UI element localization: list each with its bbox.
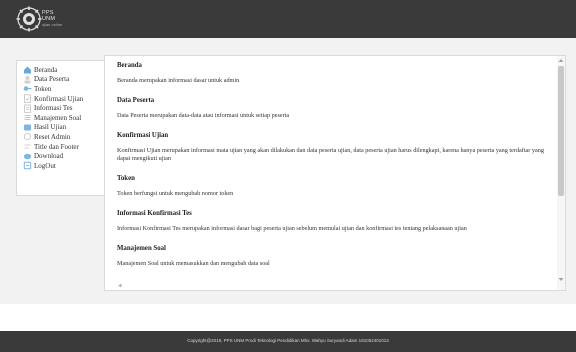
section-text: Data Peserta merupakan data-data atau in…: [117, 112, 290, 119]
sidebar-item-label: Informasi Tes: [34, 104, 73, 113]
vertical-scrollbar[interactable]: [557, 56, 565, 290]
sidebar-item-hasil-ujian[interactable]: Hasil Ujian: [20, 123, 109, 133]
users-icon: [20, 75, 34, 84]
sidebar-item-token[interactable]: Token: [20, 84, 109, 94]
scroll-up-arrow-icon[interactable]: [558, 58, 564, 63]
logout-icon: [20, 161, 34, 170]
top-bar: PPS UNM ujian online: [0, 0, 576, 38]
key-icon: [20, 84, 34, 93]
sidebar-item-label: Title dan Footer: [34, 142, 79, 151]
section-text: Manajemen Soal untuk memasukkan dan meng…: [117, 260, 270, 267]
section-text: Informasi Konfirmasi Tes merupakan infor…: [117, 225, 467, 232]
sidebar-item-label: Download: [34, 152, 64, 161]
sidebar-item-konfirmasi-ujian[interactable]: Konfirmasi Ujian: [20, 94, 109, 104]
refresh-icon: [20, 132, 34, 141]
brand-logo[interactable]: PPS UNM ujian online: [16, 6, 88, 32]
sidebar-item-download[interactable]: Download: [20, 151, 109, 161]
download-icon: [20, 152, 34, 161]
sidebar-item-informasi-tes[interactable]: Informasi Tes: [20, 103, 109, 113]
chart-icon: [20, 123, 34, 132]
list-icon: [20, 113, 34, 122]
section-text: Token berfungsi untuk mengubah nomor tok…: [117, 190, 234, 197]
brand-tagline: ujian online: [42, 23, 63, 27]
home-icon: [20, 65, 34, 74]
sidebar-item-label: Token: [34, 84, 52, 93]
info-section: Data Peserta Data Peserta merupakan data-…: [117, 97, 555, 120]
sidebar-menu: Beranda Data Peserta Token Konfirmasi Ujian…: [16, 60, 110, 196]
sidebar-item-label: Reset Admin: [34, 132, 71, 141]
info-panel: Beranda Beranda merupakan informasi dasar…: [104, 55, 566, 291]
sidebar-item-logout[interactable]: LogOut: [20, 161, 109, 171]
scroll-thumb[interactable]: [558, 66, 564, 196]
section-text: Beranda merupakan informasi dasar untuk …: [117, 77, 240, 84]
info-section: Beranda Beranda merupakan informasi dasar…: [117, 62, 555, 85]
sidebar-item-label: Manajemen Soal: [34, 113, 82, 122]
section-title: Token: [117, 175, 135, 182]
info-icon: [20, 104, 34, 113]
sidebar-item-label: Data Peserta: [34, 75, 70, 84]
section-title: Data Peserta: [117, 97, 155, 104]
logo-emblem-icon: [16, 6, 42, 32]
section-title: Informasi Konfirmasi Tes: [117, 210, 192, 217]
info-section: Konfirmasi Ujian Konfirmasi Ujian merupak…: [117, 132, 555, 163]
sidebar-item-label: LogOut: [34, 161, 56, 170]
info-content: Beranda Beranda merupakan informasi dasar…: [117, 62, 555, 280]
sidebar-item-label: Konfirmasi Ujian: [34, 94, 84, 103]
scroll-left-arrow-icon[interactable]: [117, 283, 123, 288]
check-doc-icon: [20, 94, 34, 103]
section-text: Konfirmasi Ujian merupakan informasi mat…: [117, 147, 544, 162]
sidebar-item-label: Beranda: [34, 65, 58, 74]
section-title: Manajemen Soal: [117, 245, 166, 252]
sidebar-item-beranda[interactable]: Beranda: [20, 65, 109, 75]
section-title: Beranda: [117, 62, 142, 69]
sidebar-item-manajemen-soal[interactable]: Manajemen Soal: [20, 113, 109, 123]
sidebar-item-data-peserta[interactable]: Data Peserta: [20, 75, 109, 85]
info-section: Informasi Konfirmasi Tes Informasi Konfir…: [117, 210, 555, 233]
sidebar-item-reset-admin[interactable]: Reset Admin: [20, 132, 109, 142]
footer-copyright: Copyright@2019, PPS UNM Prodi Teknologi …: [187, 338, 389, 343]
text-icon: [20, 142, 34, 151]
info-section: Token Token berfungsi untuk mengubah nomo…: [117, 175, 555, 198]
info-section: Manajemen Soal Manajemen Soal untuk memas…: [117, 245, 555, 268]
brand-text: PPS UNM ujian online: [42, 10, 62, 28]
section-title: Konfirmasi Ujian: [117, 132, 169, 139]
sidebar-item-label: Hasil Ujian: [34, 123, 67, 132]
sidebar-item-title-dan-footer[interactable]: Title dan Footer: [20, 142, 109, 152]
footer: Copyright@2019, PPS UNM Prodi Teknologi …: [0, 331, 576, 352]
scroll-down-arrow-icon[interactable]: [558, 277, 564, 282]
